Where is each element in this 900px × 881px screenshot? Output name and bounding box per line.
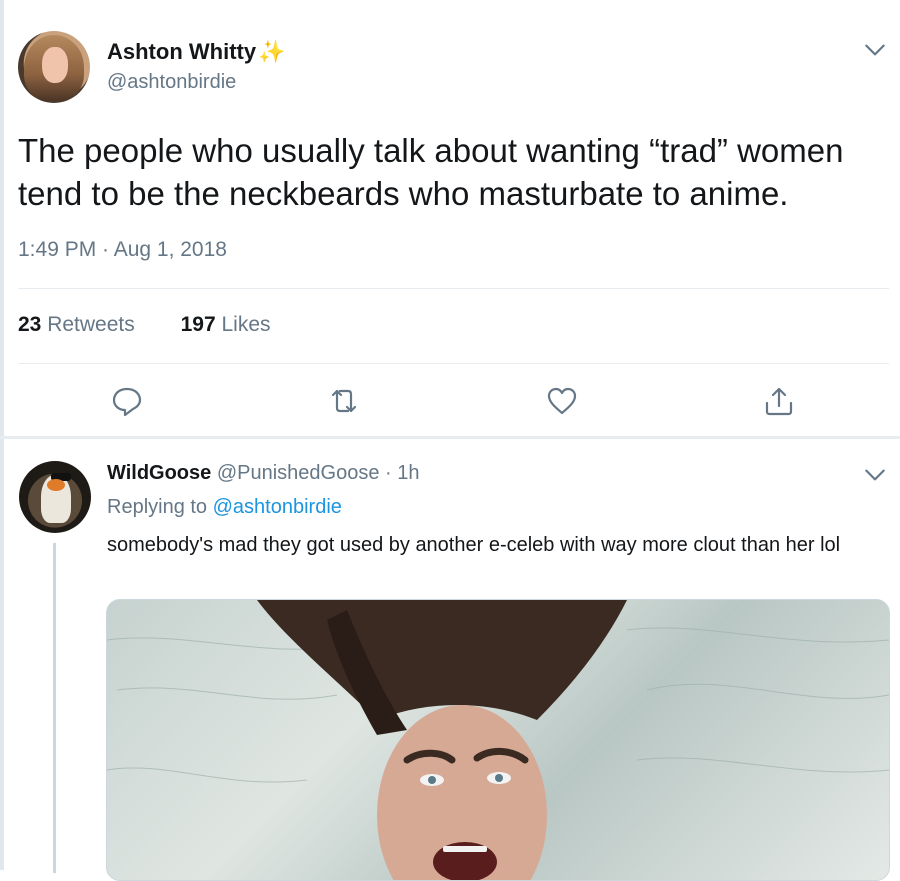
thread-line [53, 543, 56, 873]
tweet-text: The people who usually talk about wantin… [18, 132, 844, 212]
reply-media-image[interactable] [106, 599, 890, 881]
sparkle-icon: ✨ [258, 39, 286, 64]
reply-time[interactable]: · 1h [385, 462, 419, 484]
chevron-down-icon[interactable] [862, 462, 888, 488]
retweets-count: 23 [18, 313, 42, 336]
reply-author-name[interactable]: WildGoose [107, 462, 211, 484]
share-icon[interactable] [762, 384, 796, 418]
media-photo [107, 600, 889, 880]
retweet-icon[interactable] [327, 384, 361, 418]
likes-stat[interactable]: 197 Likes [181, 313, 271, 337]
reply-tweet[interactable]: WildGoose @PunishedGoose · 1h Replying t… [0, 439, 900, 881]
tweet-timestamp[interactable]: 1:49 PM · Aug 1, 2018 [18, 238, 227, 262]
author-name-text: Ashton Whitty [107, 39, 257, 64]
reply-text: somebody's mad they got used by another … [107, 534, 841, 556]
likes-label: Likes [221, 313, 271, 336]
author-handle[interactable]: @ashtonbirdie [107, 71, 236, 94]
replying-to-link[interactable]: @ashtonbirdie [213, 496, 342, 518]
retweets-label: Retweets [47, 313, 135, 336]
replying-to: Replying to @ashtonbirdie [107, 496, 342, 519]
like-icon[interactable] [545, 384, 579, 418]
retweets-stat[interactable]: 23 Retweets [18, 313, 135, 337]
reply-author-handle[interactable]: @PunishedGoose [217, 462, 380, 484]
divider [18, 363, 889, 364]
author-avatar[interactable] [18, 31, 90, 103]
likes-count: 197 [180, 313, 216, 336]
reply-header: WildGoose @PunishedGoose · 1h [107, 462, 420, 485]
author-name[interactable]: Ashton Whitty✨ [107, 39, 286, 65]
divider [18, 288, 889, 289]
reply-icon[interactable] [110, 384, 144, 418]
replying-to-prefix: Replying to [107, 496, 208, 518]
reply-author-avatar[interactable] [19, 461, 91, 533]
chevron-down-icon[interactable] [862, 37, 888, 63]
tweet-stats: 23 Retweets 197 Likes [18, 313, 271, 337]
main-tweet: Ashton Whitty✨ @ashtonbirdie The people … [0, 0, 900, 436]
